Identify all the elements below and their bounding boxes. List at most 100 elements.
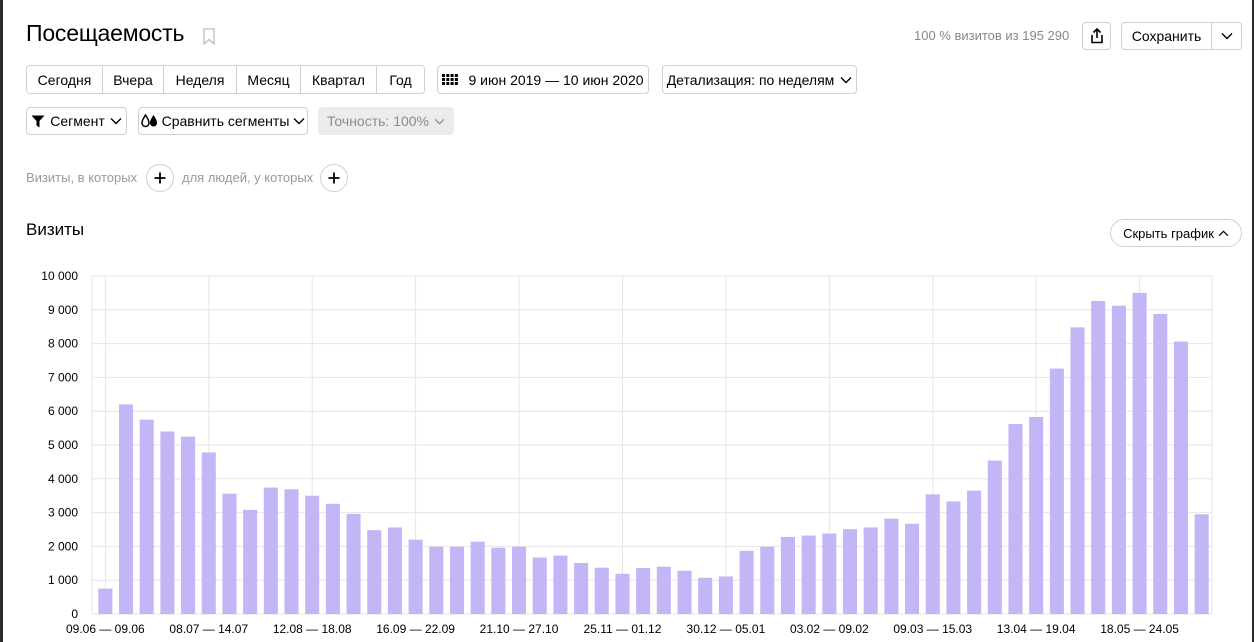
compare-segments-dropdown[interactable]: Сравнить сегменты	[138, 107, 308, 135]
date-range-label: 9 июн 2019 — 10 июн 2020	[468, 71, 644, 88]
period-week-button[interactable]: Неделя	[164, 66, 237, 93]
chart-bar	[284, 489, 299, 614]
visits-sampling-note: 100 % визитов из 195 290	[914, 28, 1070, 43]
chart-bar	[512, 546, 527, 614]
chart-bar	[636, 568, 651, 614]
chart-bar	[925, 494, 940, 614]
add-visit-condition-button[interactable]	[146, 164, 174, 192]
accuracy-dropdown[interactable]: Точность: 100%	[318, 107, 454, 135]
chart-bar	[1173, 341, 1189, 614]
chart-bar	[967, 490, 982, 614]
x-tick-label: 09.06 — 09.06	[66, 622, 145, 636]
share-button[interactable]	[1082, 22, 1111, 50]
chart-bar	[946, 501, 961, 614]
chart-bar	[201, 452, 216, 614]
detail-label: Детализация: по неделям	[666, 71, 835, 88]
x-tick-label: 03.02 — 09.02	[790, 622, 869, 636]
chart-bar	[367, 530, 382, 614]
period-month-button[interactable]: Месяц	[237, 66, 301, 93]
period-year-button[interactable]: Год	[377, 66, 424, 93]
y-tick-label: 5 000	[48, 438, 78, 452]
chart-section-title: Визиты	[26, 220, 85, 239]
chart-bar	[1008, 424, 1023, 614]
save-options-button[interactable]	[1212, 32, 1241, 40]
people-condition-label: для людей, у которых	[182, 170, 314, 185]
period-selector: Сегодня Вчера Неделя Месяц Квартал Год	[26, 65, 425, 94]
bookmark-icon[interactable]	[203, 28, 215, 45]
chart-bar	[1194, 514, 1209, 614]
chart-bar	[139, 419, 154, 614]
chart-bar	[532, 557, 547, 614]
y-tick-label: 8 000	[48, 337, 78, 351]
chart-bar	[429, 546, 444, 614]
add-people-condition-button[interactable]	[320, 164, 348, 192]
segment-dropdown[interactable]: Сегмент	[26, 107, 127, 135]
chevron-down-icon	[434, 118, 445, 125]
chart-bar	[842, 529, 858, 614]
chart-bar	[1049, 368, 1064, 614]
chart-bar	[346, 513, 361, 614]
chart-bar	[449, 546, 465, 614]
compare-segments-label: Сравнить сегменты	[161, 113, 290, 129]
filter-icon	[31, 115, 45, 127]
chart-bar	[718, 576, 733, 614]
save-button-label: Сохранить	[1131, 28, 1202, 44]
x-tick-label: 13.04 — 19.04	[997, 622, 1076, 636]
date-range-button[interactable]: 9 июн 2019 — 10 июн 2020	[437, 65, 649, 94]
period-quarter-button[interactable]: Квартал	[301, 66, 377, 93]
chart-bar	[263, 487, 278, 614]
chart-bar	[408, 539, 423, 614]
chart-bar	[656, 566, 671, 614]
y-tick-label: 6 000	[48, 404, 78, 418]
chart-bar	[615, 573, 630, 614]
plus-icon	[154, 172, 166, 184]
hide-chart-button[interactable]: Скрыть график	[1110, 219, 1242, 247]
chevron-down-icon	[840, 76, 852, 83]
chart-bar	[118, 404, 134, 614]
y-tick-label: 2 000	[48, 539, 78, 553]
period-yesterday-button[interactable]: Вчера	[103, 66, 164, 93]
chart-bar	[1111, 305, 1126, 614]
y-tick-label: 9 000	[48, 303, 78, 317]
x-tick-label: 12.08 — 18.08	[273, 622, 352, 636]
x-tick-label: 30.12 — 05.01	[687, 622, 766, 636]
period-today-button[interactable]: Сегодня	[27, 66, 103, 93]
chevron-down-icon	[1221, 33, 1232, 40]
y-tick-label: 10 000	[41, 269, 78, 283]
chart-bar	[222, 493, 237, 614]
x-tick-label: 09.03 — 15.03	[893, 622, 972, 636]
segment-label: Сегмент	[50, 113, 105, 129]
chart-bar	[181, 436, 196, 614]
chart-bar	[863, 527, 878, 614]
chart-bar	[160, 431, 175, 614]
chart-bar	[1070, 327, 1085, 614]
chart-bar	[470, 541, 485, 614]
chevron-up-icon	[1218, 229, 1229, 236]
chart-bar	[325, 503, 340, 614]
x-tick-label: 08.07 — 14.07	[169, 622, 248, 636]
visits-condition-label: Визиты, в которых	[26, 170, 138, 185]
share-icon	[1090, 28, 1103, 44]
chart-bar	[1029, 416, 1044, 614]
chart-bar	[1153, 313, 1168, 614]
y-tick-label: 0	[71, 607, 78, 621]
y-tick-label: 4 000	[48, 472, 78, 486]
save-button[interactable]: Сохранить	[1121, 22, 1242, 50]
hide-chart-label: Скрыть график	[1123, 225, 1214, 241]
page-title: Посещаемость	[26, 20, 185, 46]
chevron-down-icon	[110, 118, 122, 125]
plus-icon	[328, 172, 340, 184]
chart-bar	[387, 527, 402, 614]
chart-bar	[594, 567, 609, 614]
chart-bar	[905, 523, 920, 614]
calendar-icon	[442, 74, 459, 85]
chart-bar	[884, 518, 899, 614]
chart-bar	[574, 562, 589, 614]
chart-bar	[1091, 301, 1106, 614]
chart-bar	[243, 509, 258, 614]
detail-dropdown[interactable]: Детализация: по неделям	[662, 65, 857, 94]
chart-bar	[98, 588, 113, 614]
y-tick-label: 3 000	[48, 506, 78, 520]
chart-bar	[987, 460, 1002, 614]
accuracy-label: Точность: 100%	[326, 113, 430, 129]
